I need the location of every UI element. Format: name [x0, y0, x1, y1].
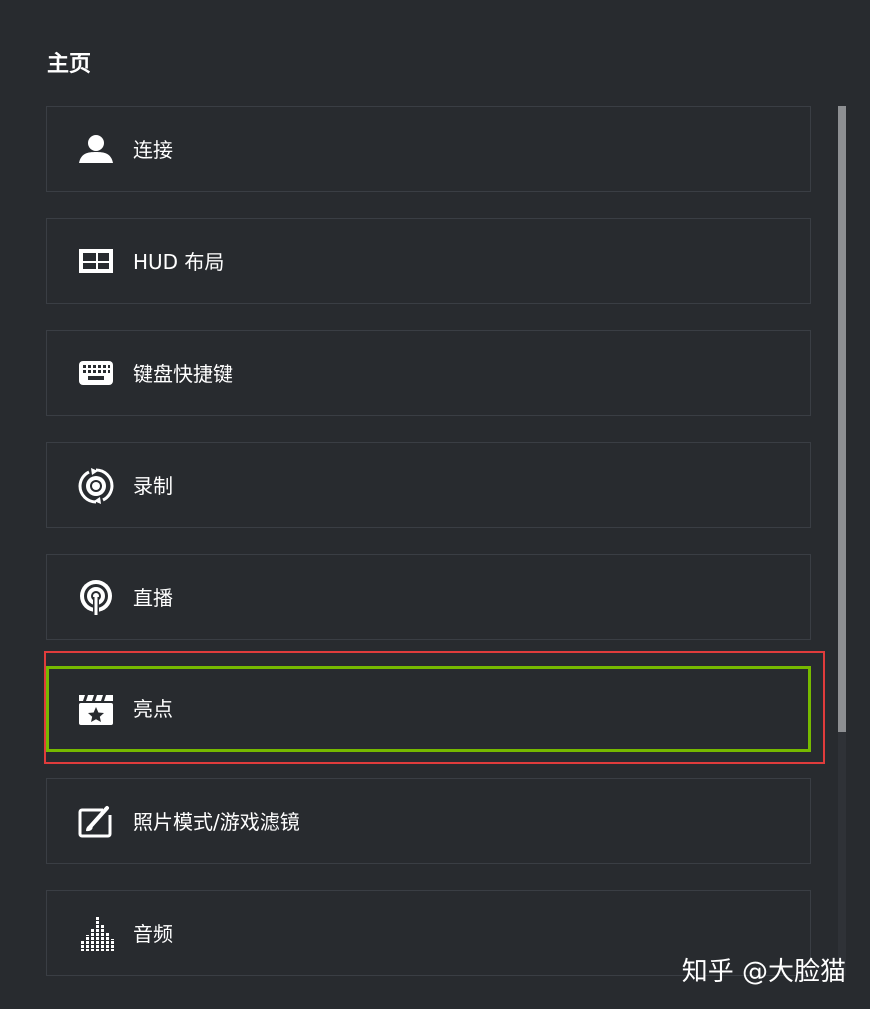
record-icon — [77, 467, 115, 505]
menu-item-highlights[interactable]: 亮点 — [46, 666, 811, 752]
page-title: 主页 — [47, 52, 92, 77]
menu-item-label: 连接 — [133, 138, 173, 162]
broadcast-icon — [77, 579, 115, 617]
highlights-icon — [77, 691, 115, 729]
menu-item-label: HUD 布局 — [133, 250, 225, 274]
user-icon — [77, 131, 115, 169]
audio-icon — [77, 915, 115, 953]
menu-item-label: 亮点 — [133, 697, 173, 721]
menu-item-connect[interactable]: 连接 — [46, 106, 811, 192]
menu-item-photo-mode[interactable]: 照片模式/游戏滤镜 — [46, 778, 811, 864]
menu-item-record[interactable]: 录制 — [46, 442, 811, 528]
menu-item-label: 音频 — [133, 922, 173, 946]
hud-layout-icon — [77, 243, 115, 281]
menu-item-label: 直播 — [133, 586, 173, 610]
menu-item-keyboard-shortcuts[interactable]: 键盘快捷键 — [46, 330, 811, 416]
menu-item-label: 照片模式/游戏滤镜 — [133, 810, 300, 834]
menu-item-label: 键盘快捷键 — [133, 362, 233, 386]
menu-item-label: 录制 — [133, 474, 173, 498]
menu-item-hud-layout[interactable]: HUD 布局 — [46, 218, 811, 304]
scrollbar-thumb[interactable] — [838, 106, 846, 732]
menu-item-broadcast[interactable]: 直播 — [46, 554, 811, 640]
photo-mode-icon — [77, 803, 115, 841]
watermark: 知乎 @大脸猫 — [681, 957, 846, 987]
settings-menu: 连接 HUD 布局 键盘快捷键 录制 直播 亮点 照片模式/游戏滤镜 音频 — [46, 106, 811, 1002]
keyboard-icon — [77, 355, 115, 393]
